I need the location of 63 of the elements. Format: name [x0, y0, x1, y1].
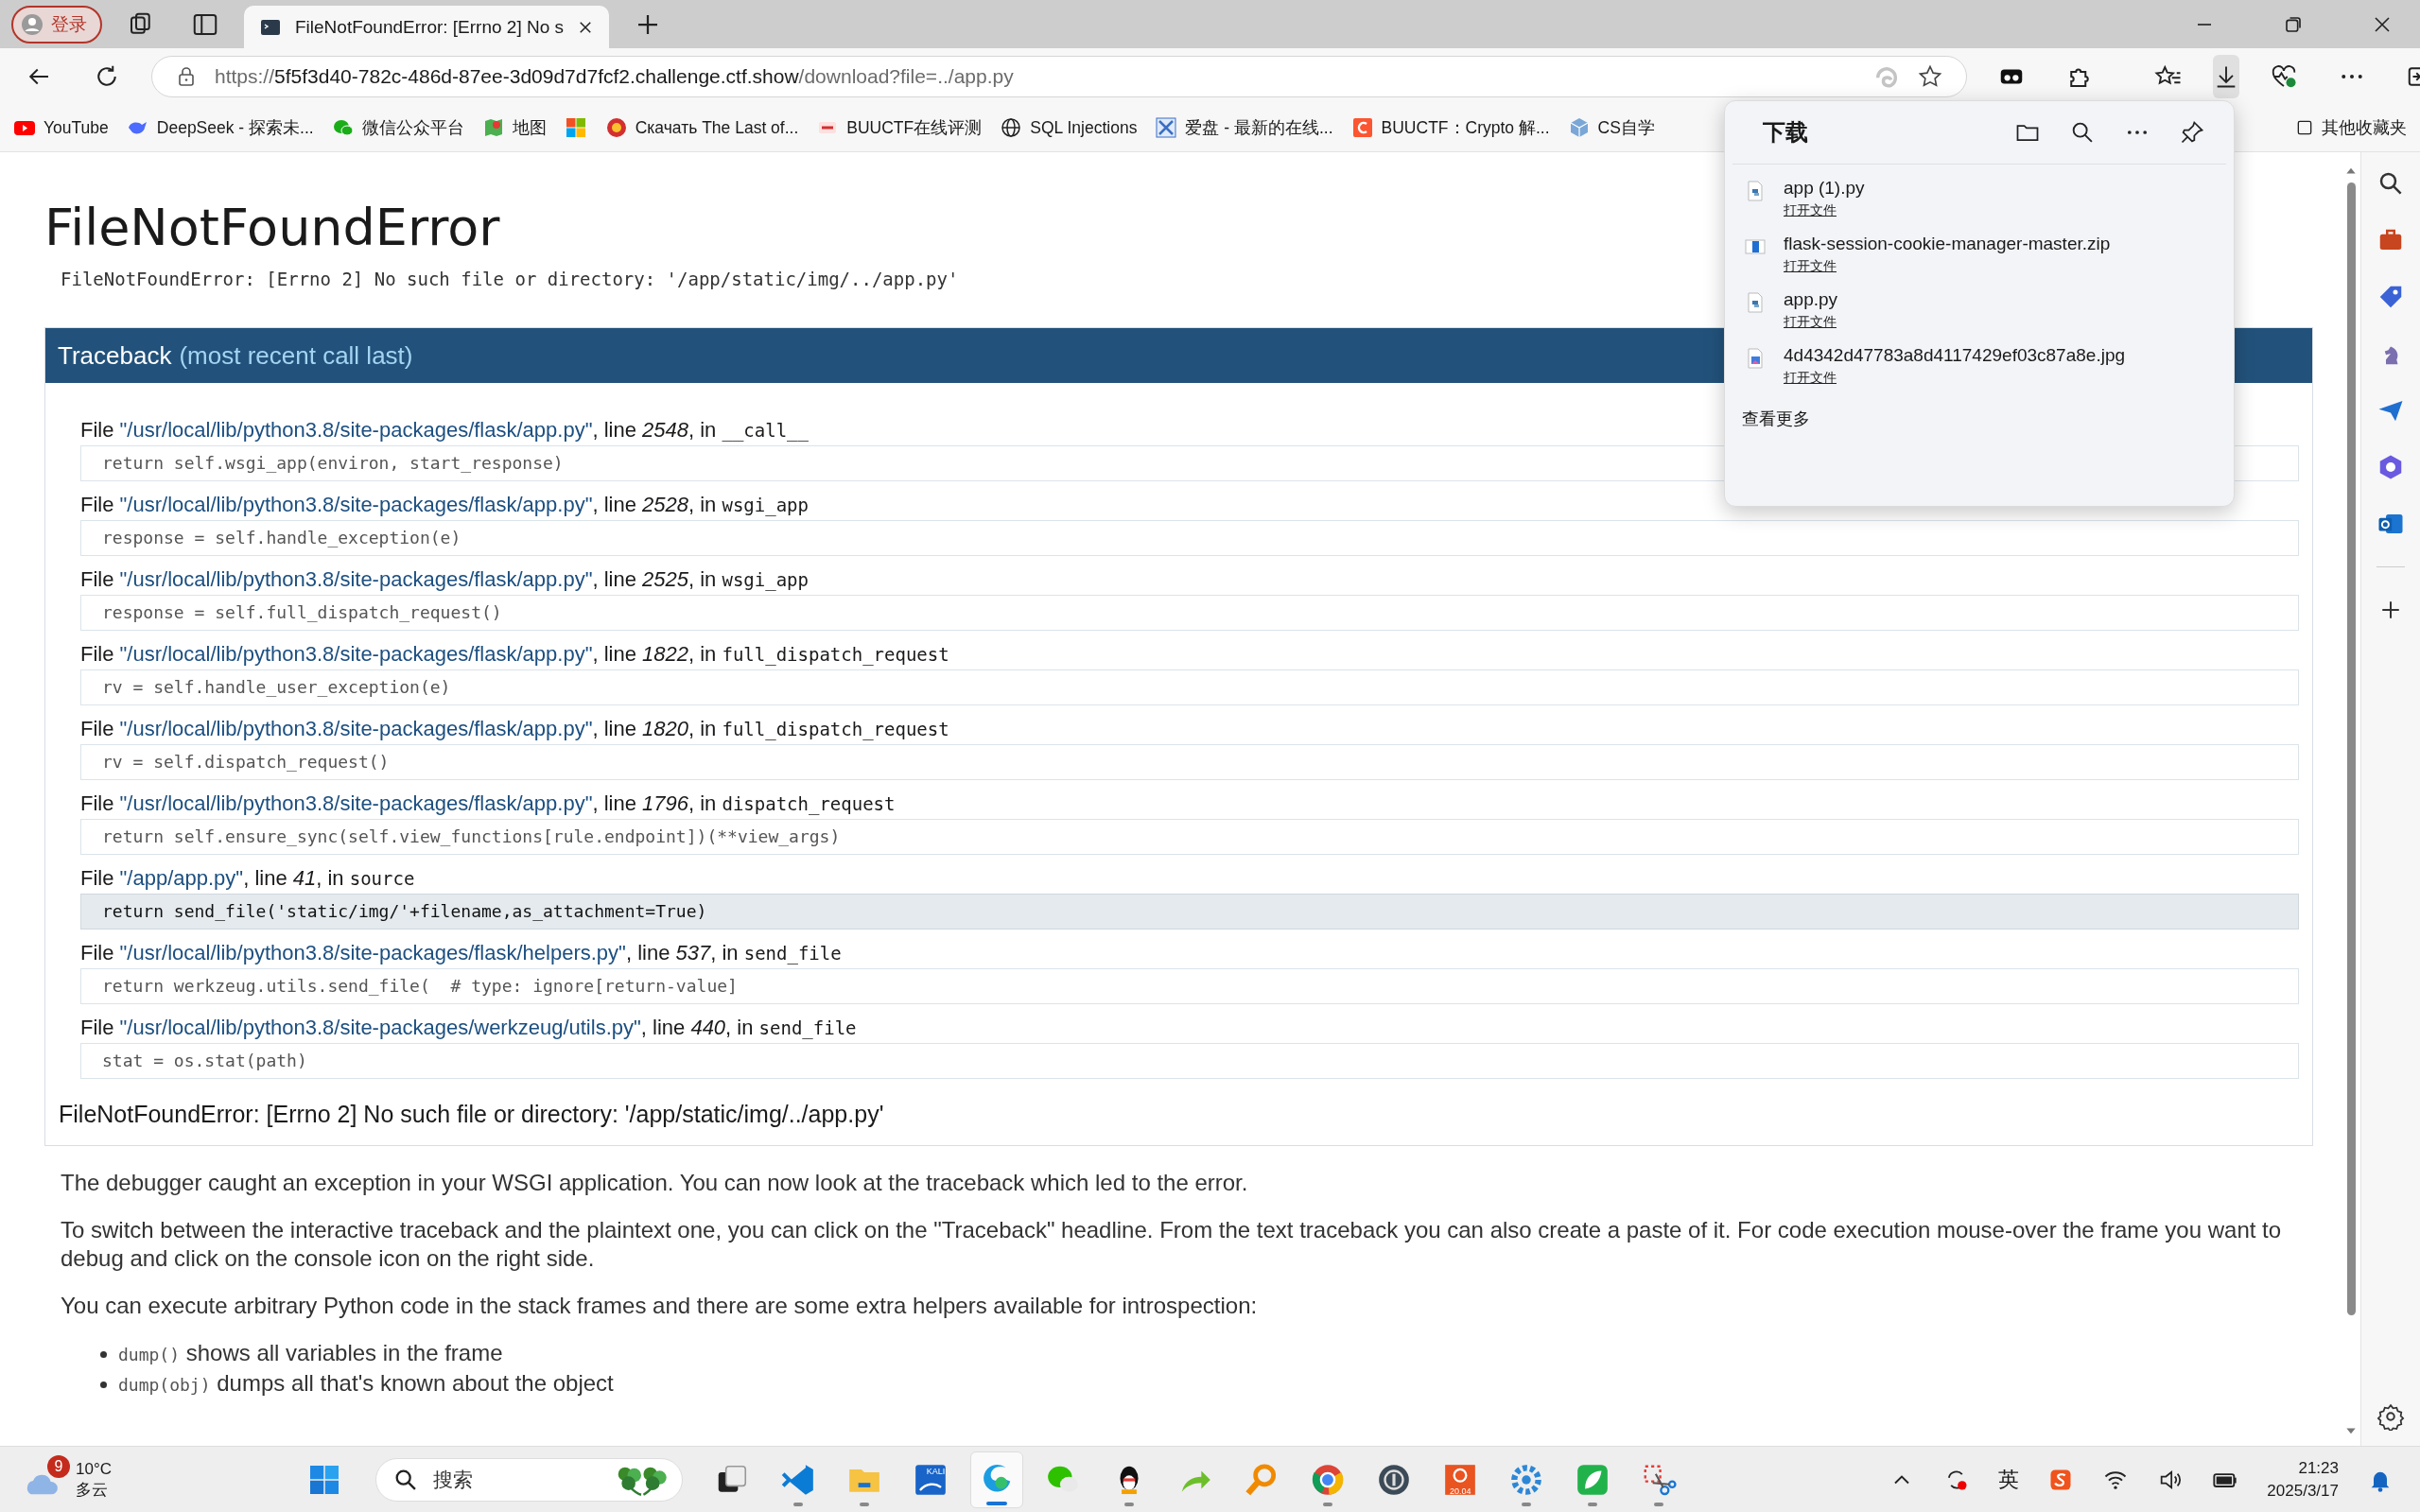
- pin-icon[interactable]: [2179, 119, 2205, 146]
- scrollbar-thumb[interactable]: [2346, 182, 2356, 1315]
- bookmark[interactable]: BUUCTF在线评测: [816, 116, 983, 139]
- bookmark[interactable]: DeepSeek - 探索未...: [126, 116, 314, 139]
- clock[interactable]: 21:23 2025/3/17: [2267, 1456, 2339, 1503]
- bookmark[interactable]: YouTube: [13, 116, 109, 139]
- bookmark[interactable]: [564, 116, 587, 139]
- folder-square-icon: [2295, 118, 2314, 137]
- frame-location: File "/usr/local/lib/python3.8/site-packages/flask/app.py", line 1796, in dispatch_request: [80, 791, 896, 817]
- avatar-icon: [21, 12, 44, 36]
- notification-badge: 9: [47, 1454, 70, 1478]
- taskbar-app[interactable]: 20.04: [1434, 1451, 1488, 1508]
- frame-location: File "/usr/local/lib/python3.8/site-packages/flask/app.py", line 2528, in wsgi_app: [80, 492, 809, 518]
- other-favorites-folder[interactable]: 其他收藏夹: [2295, 116, 2407, 139]
- taskbar-app[interactable]: KALI: [904, 1451, 958, 1508]
- url-text: https://5f5f3d40-782c-486d-87ee-3d09d7d7fcf2.challenge.ctf.show/download?file=../app.py: [215, 64, 1014, 88]
- frame-location: File "/usr/local/lib/python3.8/site-packages/flask/app.py", line 2548, in __call__: [80, 417, 809, 443]
- bullet-icon: [100, 1381, 107, 1388]
- frame-location: File "/app/app.py", line 41, in source: [80, 865, 415, 892]
- file-name: app.py: [1784, 289, 1838, 310]
- bookmark[interactable]: 微信公众平台: [331, 116, 464, 139]
- weather-condition: 多云: [76, 1479, 109, 1501]
- helper-description: dump() shows all variables in the frame: [118, 1339, 503, 1367]
- open-file-link[interactable]: 打开文件: [1784, 202, 1837, 219]
- frame-location: File "/usr/local/lib/python3.8/site-packages/flask/helpers.py", line 537, in send_file: [80, 940, 842, 966]
- cross-square-icon: [1155, 116, 1178, 139]
- settings-icon[interactable]: [2376, 1402, 2405, 1431]
- search-field[interactable]: 搜索: [375, 1457, 684, 1502]
- error-message: FileNotFoundError: [Errno 2] No such file or directory: '/app/static/img/../app.py': [60, 269, 959, 289]
- see-more-link[interactable]: 查看更多: [1742, 408, 1810, 430]
- bullet-icon: [100, 1350, 107, 1358]
- arc-square-icon: [1350, 116, 1374, 139]
- file-name: app (1).py: [1784, 178, 1865, 199]
- browser-tab[interactable]: FileNotFoundError: [Errno 2] No s: [244, 6, 610, 48]
- bookmark[interactable]: Скачать The Last of...: [604, 116, 799, 139]
- emblem-icon: [604, 116, 628, 139]
- bookmark[interactable]: CS自学: [1567, 116, 1655, 139]
- profile-button[interactable]: 登录: [11, 5, 102, 43]
- bookmark[interactable]: 地图: [481, 116, 547, 139]
- input-method-indicator[interactable]: 英: [1998, 1465, 2020, 1494]
- globe-icon: [1000, 116, 1023, 139]
- downloads-button[interactable]: [2213, 54, 2239, 98]
- helper-description: dump(obj) dumps all that's known about the object: [118, 1369, 614, 1398]
- open-file-link[interactable]: 打开文件: [1784, 258, 1837, 275]
- file-name: 4d4342d47783a8d4117429ef03c87a8e.jpg: [1784, 345, 2125, 366]
- frame-location: File "/usr/local/lib/python3.8/site-packages/flask/app.py", line 1822, in full_dispatch_request: [80, 641, 949, 668]
- explanation-paragraph: You can execute arbitrary Python code in the stack frames and there are some extra helpers available for introspection:: [61, 1292, 1259, 1320]
- bookmark[interactable]: SQL Injections: [1000, 116, 1138, 139]
- file-name: flask-session-cookie-manager-master.zip: [1784, 234, 2111, 254]
- frame-location: File "/usr/local/lib/python3.8/site-packages/werkzeug/utils.py", line 440, in send_file: [80, 1015, 857, 1041]
- bookmark[interactable]: BUUCTF：Crypto 解...: [1350, 116, 1550, 139]
- downloads-title: 下载: [1763, 118, 1808, 147]
- four-squares-icon: [564, 116, 587, 139]
- frame-location: File "/usr/local/lib/python3.8/site-packages/flask/app.py", line 1820, in full_dispatch_request: [80, 716, 949, 742]
- frame-location: File "/usr/local/lib/python3.8/site-packages/flask/app.py", line 2525, in wsgi_app: [80, 566, 809, 593]
- explanation-paragraph: The debugger caught an exception in your WSGI application. You can now look at the traceback which led to the error.: [61, 1169, 1249, 1197]
- bookmark[interactable]: 爱盘 - 最新的在线...: [1155, 116, 1333, 139]
- temperature: 10°C: [76, 1458, 112, 1480]
- address-bar[interactable]: https://5f5f3d40-782c-486d-87ee-3d09d7d7fcf2.challenge.ctf.show/download?file=../app.py: [151, 55, 1967, 97]
- exception-message: FileNotFoundError: [Errno 2] No such file or directory: '/app/static/img/../app.py': [59, 1100, 884, 1129]
- explanation-paragraph: To switch between the interactive traceback and the plaintext one, you can click on the "Traceback" headline. From the text traceback you can also create a paste of it. For code execution mouse-over the frame you want to debug and click on the console icon on the right side.: [61, 1216, 2283, 1273]
- open-file-link[interactable]: 打开文件: [1784, 314, 1837, 331]
- error-title: FileNotFoundError: [44, 198, 500, 257]
